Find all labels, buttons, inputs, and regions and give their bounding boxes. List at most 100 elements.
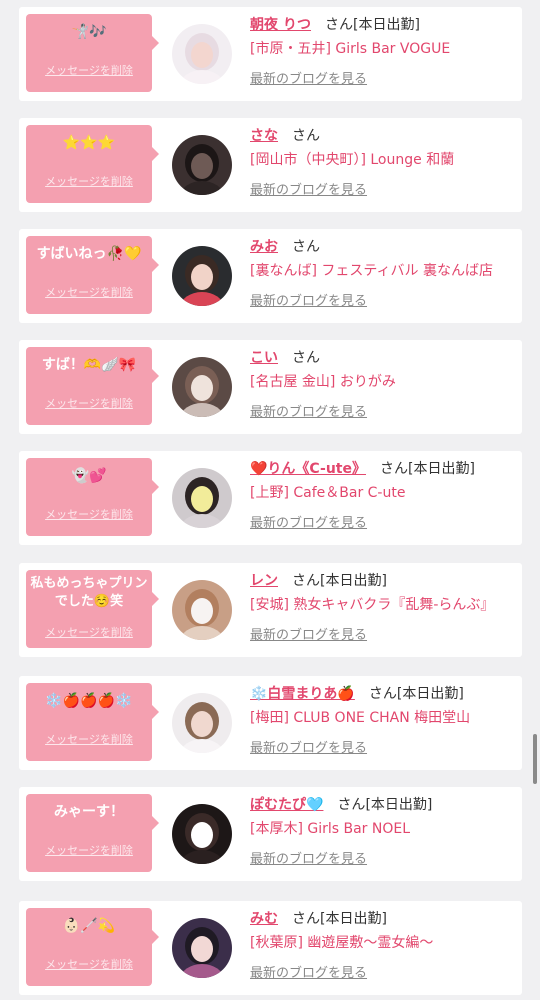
message-bubble: すばいねっ🥀💛 メッセージを削除 xyxy=(26,236,159,314)
latest-blog-link[interactable]: 最新のブログを見る xyxy=(250,71,518,89)
avatar[interactable] xyxy=(172,804,232,864)
message-text: ❄️🍎🍎🍎❄️ xyxy=(45,693,133,709)
cast-name-link[interactable]: 朝夜 りつ xyxy=(250,17,311,33)
status-badge: [本日出勤] xyxy=(408,461,475,477)
cast-name-link[interactable]: ❄️白雪まりあ🍎 xyxy=(250,686,355,702)
avatar[interactable] xyxy=(172,693,232,753)
avatar-photo xyxy=(172,693,232,753)
latest-blog-link[interactable]: 最新のブログを見る xyxy=(250,740,518,758)
scrollbar-thumb[interactable] xyxy=(533,734,537,784)
delete-message-link[interactable]: メッセージを削除 xyxy=(26,624,152,640)
status-badge: [本日出勤] xyxy=(353,17,420,33)
shop-name: [本厚木] Girls Bar NOEL xyxy=(250,821,411,837)
photo-face xyxy=(191,153,213,179)
cast-name-link[interactable]: みむ xyxy=(250,911,278,927)
delete-message-link[interactable]: メッセージを削除 xyxy=(26,842,152,858)
message-text: 🤺🎶 xyxy=(71,24,107,40)
latest-blog-link[interactable]: 最新のブログを見る xyxy=(250,515,518,533)
latest-blog-link[interactable]: 最新のブログを見る xyxy=(250,851,518,869)
message-bubble: 私もめっちゃプリンでした☺️笑 メッセージを削除 xyxy=(26,570,159,648)
message-bubble: みゃーす！ メッセージを削除 xyxy=(26,794,159,872)
message-text: 👻💕 xyxy=(71,468,107,484)
shop-name: [裏なんば] フェスティバル 裏なんば店 xyxy=(250,263,493,279)
list-item: 私もめっちゃプリンでした☺️笑 メッセージを削除 レン さん[本日出勤] [安城]… xyxy=(19,563,522,657)
cast-name-link[interactable]: みお xyxy=(250,239,278,255)
message-bubble: ⭐⭐⭐ メッセージを削除 xyxy=(26,125,159,203)
list-item: 👶🏻🦯💫 メッセージを削除 みむ さん[本日出勤] [秋葉原] 幽遊屋敷〜霊女編〜… xyxy=(19,901,522,995)
shop-name: [名古屋 金山] おりがみ xyxy=(250,374,396,390)
list-item: みゃーす！ メッセージを削除 ぽむたぴ🩵 さん[本日出勤] [本厚木] Girls… xyxy=(19,787,522,881)
avatar-photo xyxy=(172,468,232,528)
shop-name: [岡山市（中央町）] Lounge 和蘭 xyxy=(250,152,455,168)
message-bubble: 👶🏻🦯💫 メッセージを削除 xyxy=(26,908,159,986)
cast-name-link[interactable]: レン xyxy=(250,573,278,589)
message-text: みゃーす！ xyxy=(54,804,124,820)
avatar-photo xyxy=(172,918,232,978)
honorific: さん xyxy=(325,17,354,33)
avatar[interactable] xyxy=(172,246,232,306)
latest-blog-link[interactable]: 最新のブログを見る xyxy=(250,627,518,645)
honorific: さん xyxy=(292,573,320,589)
avatar-photo xyxy=(172,135,232,195)
delete-message-link[interactable]: メッセージを削除 xyxy=(26,173,152,189)
message-text: すば！🫶🪽🎀 xyxy=(41,357,137,373)
shop-name: [上野] Cafe＆Bar C-ute xyxy=(250,485,406,501)
shop-name: [安城] 熟女キャバクラ『乱舞-らんぶ』 xyxy=(250,597,495,613)
message-text: すばいねっ🥀💛 xyxy=(36,246,142,262)
avatar[interactable] xyxy=(172,357,232,417)
honorific: さん xyxy=(292,128,320,144)
list-item: すばいねっ🥀💛 メッセージを削除 みお さん [裏なんば] フェスティバル 裏なん… xyxy=(19,229,522,323)
avatar[interactable] xyxy=(172,468,232,528)
avatar-photo xyxy=(172,357,232,417)
latest-blog-link[interactable]: 最新のブログを見る xyxy=(250,182,518,200)
message-bubble: ❄️🍎🍎🍎❄️ メッセージを削除 xyxy=(26,683,159,761)
list-item: ❄️🍎🍎🍎❄️ メッセージを削除 ❄️白雪まりあ🍎 さん[本日出勤] [梅田] C… xyxy=(19,676,522,770)
avatar[interactable] xyxy=(172,918,232,978)
cast-name-link[interactable]: さな xyxy=(250,128,278,144)
status-badge: [本日出勤] xyxy=(365,797,433,813)
avatar-photo xyxy=(172,24,232,84)
status-badge: [本日出勤] xyxy=(320,573,387,589)
shop-name: [市原・五井] Girls Bar VOGUE xyxy=(250,41,451,57)
delete-message-link[interactable]: メッセージを削除 xyxy=(26,62,152,78)
avatar[interactable] xyxy=(172,135,232,195)
list-item: 🤺🎶 メッセージを削除 朝夜 りつ さん[本日出勤] [市原・五井] Girls … xyxy=(19,7,522,101)
message-bubble: 👻💕 メッセージを削除 xyxy=(26,458,159,536)
honorific: さん xyxy=(292,239,320,255)
photo-face xyxy=(191,936,213,962)
delete-message-link[interactable]: メッセージを削除 xyxy=(26,731,152,747)
message-bubble: すば！🫶🪽🎀 メッセージを削除 xyxy=(26,347,159,425)
delete-message-link[interactable]: メッセージを削除 xyxy=(26,395,152,411)
cast-name-link[interactable]: ❤️りん《C-ute》 xyxy=(250,461,366,477)
message-bubble: 🤺🎶 メッセージを削除 xyxy=(26,14,159,92)
avatar-photo xyxy=(172,246,232,306)
photo-face xyxy=(191,486,213,512)
message-text: ⭐⭐⭐ xyxy=(62,135,116,151)
avatar-photo xyxy=(172,580,232,640)
honorific: さん xyxy=(292,350,320,366)
avatar-photo xyxy=(172,804,232,864)
delete-message-link[interactable]: メッセージを削除 xyxy=(26,506,152,522)
delete-message-link[interactable]: メッセージを削除 xyxy=(26,956,152,972)
avatar[interactable] xyxy=(172,24,232,84)
honorific: さん xyxy=(380,461,408,477)
shop-name: [秋葉原] 幽遊屋敷〜霊女編〜 xyxy=(250,935,434,951)
message-text: 👶🏻🦯💫 xyxy=(62,918,116,934)
photo-face xyxy=(191,822,213,848)
honorific: さん xyxy=(337,797,366,813)
latest-blog-link[interactable]: 最新のブログを見る xyxy=(250,293,518,311)
cast-name-link[interactable]: こい xyxy=(250,350,278,366)
photo-face xyxy=(191,264,213,290)
latest-blog-link[interactable]: 最新のブログを見る xyxy=(250,404,518,422)
photo-face xyxy=(191,711,213,737)
cast-name-link[interactable]: ぽむたぴ🩵 xyxy=(250,797,323,813)
list-item: 👻💕 メッセージを削除 ❤️りん《C-ute》 さん[本日出勤] [上野] Caf… xyxy=(19,451,522,545)
list-item: すば！🫶🪽🎀 メッセージを削除 こい さん [名古屋 金山] おりがみ 最新のブロ… xyxy=(19,340,522,434)
status-badge: [本日出勤] xyxy=(396,686,464,702)
avatar[interactable] xyxy=(172,580,232,640)
shop-name: [梅田] CLUB ONE CHAN 梅田堂山 xyxy=(250,710,471,726)
status-badge: [本日出勤] xyxy=(320,911,387,927)
honorific: さん xyxy=(292,911,320,927)
delete-message-link[interactable]: メッセージを削除 xyxy=(26,284,152,300)
latest-blog-link[interactable]: 最新のブログを見る xyxy=(250,965,518,983)
